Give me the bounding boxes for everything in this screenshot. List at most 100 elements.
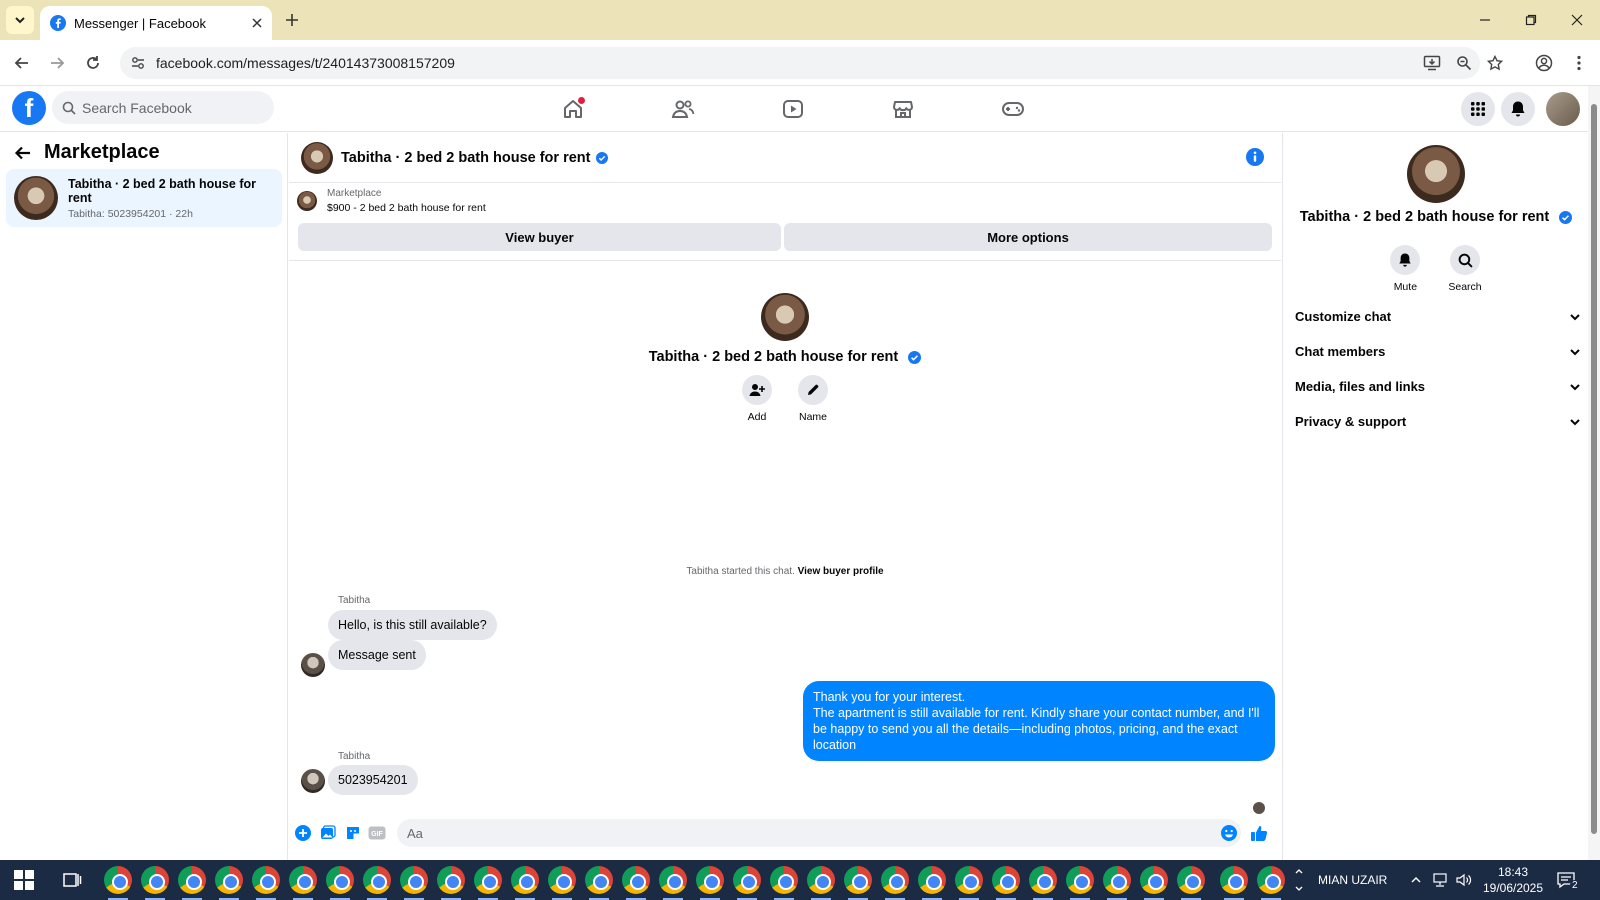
privacy-support-section[interactable]: Privacy & support: [1295, 414, 1581, 429]
notifications-button[interactable]: [1501, 92, 1535, 126]
taskbar-chrome-window[interactable]: [844, 866, 872, 900]
chat-members-section[interactable]: Chat members: [1295, 344, 1581, 359]
facebook-search-input[interactable]: Search Facebook: [52, 91, 274, 124]
tab-search-button[interactable]: [6, 6, 34, 34]
taskbar-chrome-window[interactable]: [400, 866, 428, 900]
message-bubble[interactable]: 5023954201: [328, 765, 418, 795]
restore-button[interactable]: [1508, 0, 1554, 40]
taskbar-chrome-window[interactable]: [511, 866, 539, 900]
taskbar-chrome-window[interactable]: [474, 866, 502, 900]
taskbar-chrome-window[interactable]: [1066, 866, 1094, 900]
taskbar-chrome-window[interactable]: [178, 866, 206, 900]
details-avatar[interactable]: [1407, 145, 1465, 203]
intro-avatar[interactable]: [761, 293, 809, 341]
taskbar-chrome-window[interactable]: [659, 866, 687, 900]
task-view-button[interactable]: [62, 870, 82, 890]
sticker-button[interactable]: [343, 823, 363, 843]
nav-marketplace[interactable]: [888, 94, 918, 124]
taskbar-chrome-window[interactable]: [141, 866, 169, 900]
nav-video[interactable]: [778, 94, 808, 124]
browser-menu-button[interactable]: [1566, 50, 1592, 76]
customize-chat-section[interactable]: Customize chat: [1295, 309, 1581, 324]
scrollbar-thumb[interactable]: [1591, 104, 1597, 834]
add-people-button[interactable]: Add: [742, 375, 772, 423]
taskbar-chrome-window[interactable]: [363, 866, 391, 900]
tray-volume[interactable]: [1456, 860, 1472, 900]
sender-avatar[interactable]: [301, 769, 325, 793]
taskbar-chrome-window[interactable]: [622, 866, 650, 900]
view-buyer-button[interactable]: View buyer: [298, 223, 781, 251]
sender-avatar[interactable]: [301, 653, 325, 677]
emoji-button[interactable]: [1219, 823, 1239, 843]
bookmark-button[interactable]: [1482, 50, 1508, 76]
menu-button[interactable]: [1461, 92, 1495, 126]
taskbar-chrome-window[interactable]: [1103, 866, 1131, 900]
taskbar-chrome-window[interactable]: [215, 866, 243, 900]
edit-name-button[interactable]: Name: [798, 375, 828, 423]
taskbar-chrome-window[interactable]: [289, 866, 317, 900]
page-scrollbar[interactable]: [1588, 86, 1600, 860]
taskbar-chrome-window[interactable]: [881, 866, 909, 900]
new-tab-button[interactable]: [282, 10, 302, 30]
listing-info[interactable]: Marketplace $900 - 2 bed 2 bath house fo…: [297, 188, 486, 214]
profile-button[interactable]: [1531, 50, 1557, 76]
browser-tab-messenger[interactable]: Messenger | Facebook: [40, 6, 272, 40]
nav-friends[interactable]: [668, 94, 698, 124]
back-button[interactable]: [9, 50, 35, 76]
info-icon[interactable]: [1245, 147, 1265, 167]
view-buyer-profile-link[interactable]: View buyer profile: [798, 566, 884, 577]
gif-button[interactable]: GIF: [367, 823, 387, 843]
taskbar-chrome-window[interactable]: [252, 866, 280, 900]
taskbar-chrome-window[interactable]: [1029, 866, 1057, 900]
notification-center-button[interactable]: 2: [1556, 860, 1580, 900]
account-avatar[interactable]: [1546, 92, 1580, 126]
taskbar-chrome-window-active[interactable]: [1220, 866, 1248, 900]
back-arrow-icon[interactable]: [14, 144, 32, 162]
taskbar-chrome-window[interactable]: [1177, 866, 1205, 900]
tray-clock[interactable]: 18:43 19/06/2025: [1482, 860, 1544, 900]
outgoing-message-bubble[interactable]: Thank you for your interest. The apartme…: [803, 681, 1275, 761]
more-actions-button[interactable]: [293, 823, 313, 843]
taskbar-chrome-window[interactable]: [918, 866, 946, 900]
tray-user-name[interactable]: MIAN UZAIR: [1318, 860, 1387, 900]
taskbar-chrome-window[interactable]: [955, 866, 983, 900]
attach-media-button[interactable]: [318, 823, 338, 843]
reload-button[interactable]: [80, 50, 106, 76]
tray-show-hidden[interactable]: [1410, 860, 1422, 900]
forward-button[interactable]: [44, 50, 70, 76]
facebook-logo-icon[interactable]: f: [12, 91, 46, 125]
taskbar-chrome-window[interactable]: [770, 866, 798, 900]
taskbar-chrome-window[interactable]: [585, 866, 613, 900]
start-button[interactable]: [14, 870, 34, 890]
conversation-item[interactable]: Tabitha · 2 bed 2 bath house for rent Ta…: [6, 169, 282, 227]
chat-header-avatar[interactable]: [301, 141, 333, 174]
minimize-button[interactable]: [1462, 0, 1508, 40]
nav-gaming[interactable]: [998, 94, 1028, 124]
install-app-button[interactable]: [1419, 50, 1445, 76]
taskbar-chrome-window[interactable]: [1140, 866, 1168, 900]
search-in-conversation-button[interactable]: Search: [1448, 245, 1482, 293]
address-bar[interactable]: facebook.com/messages/t/2401437300815720…: [120, 47, 1480, 79]
taskbar-chrome-window[interactable]: [437, 866, 465, 900]
zoom-button[interactable]: [1451, 50, 1477, 76]
mute-button[interactable]: Mute: [1390, 245, 1421, 293]
taskbar-chrome-window[interactable]: [807, 866, 835, 900]
taskbar-overflow-arrows[interactable]: [1294, 860, 1304, 900]
taskbar-chrome-window[interactable]: [104, 866, 132, 900]
taskbar-chrome-window[interactable]: [548, 866, 576, 900]
message-input[interactable]: Aa: [397, 819, 1241, 847]
more-options-button[interactable]: More options: [784, 223, 1272, 251]
tray-network[interactable]: [1432, 860, 1448, 900]
media-files-section[interactable]: Media, files and links: [1295, 379, 1581, 394]
chat-header-title[interactable]: Tabitha · 2 bed 2 bath house for rent: [341, 150, 590, 166]
taskbar-chrome-window[interactable]: [696, 866, 724, 900]
taskbar-chrome-window[interactable]: [733, 866, 761, 900]
message-bubble[interactable]: Hello, is this still available?: [328, 610, 497, 640]
taskbar-chrome-window[interactable]: [1257, 866, 1285, 900]
close-tab-icon[interactable]: [252, 18, 262, 28]
like-button[interactable]: [1249, 823, 1269, 843]
close-window-button[interactable]: [1554, 0, 1600, 40]
site-settings-icon[interactable]: [130, 55, 146, 71]
taskbar-chrome-window[interactable]: [992, 866, 1020, 900]
message-bubble[interactable]: Message sent: [328, 640, 426, 670]
